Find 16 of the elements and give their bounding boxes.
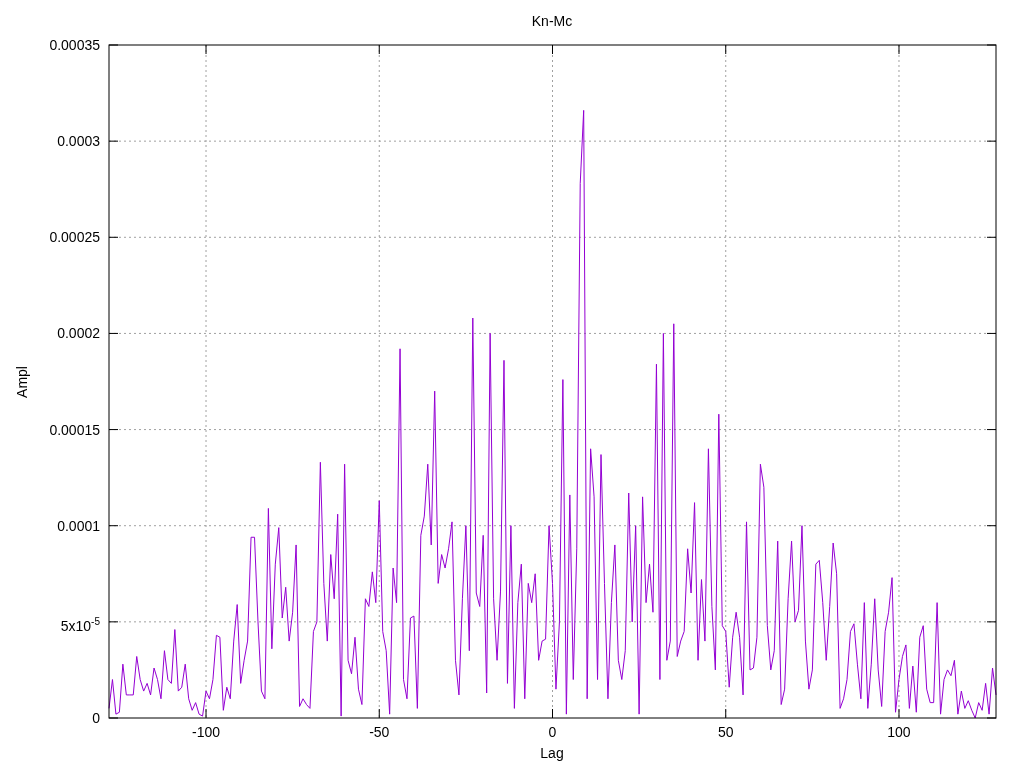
tick-label: 0 bbox=[547, 724, 558, 740]
tick-label: 0.0001 bbox=[57, 516, 100, 535]
tick-label: 0.0002 bbox=[57, 324, 100, 343]
tick-label: 0 bbox=[92, 709, 100, 727]
tick-label: -100 bbox=[191, 724, 222, 740]
tick-label: 50 bbox=[716, 724, 735, 740]
tick-label: 100 bbox=[886, 724, 912, 740]
x-axis-label: Lag bbox=[539, 745, 565, 761]
tick-label: 0.00015 bbox=[49, 420, 100, 439]
tick-label: 0.0003 bbox=[57, 132, 100, 151]
tick-label: 0.00025 bbox=[49, 228, 100, 247]
tick-label: 0.00035 bbox=[49, 36, 100, 54]
tick-label: -50 bbox=[368, 724, 391, 740]
chart-title: Kn-Mc bbox=[530, 13, 574, 29]
tick-label: 5x10$^{-5}$ bbox=[60, 614, 100, 635]
y-axis-label: Ampl bbox=[13, 365, 31, 400]
